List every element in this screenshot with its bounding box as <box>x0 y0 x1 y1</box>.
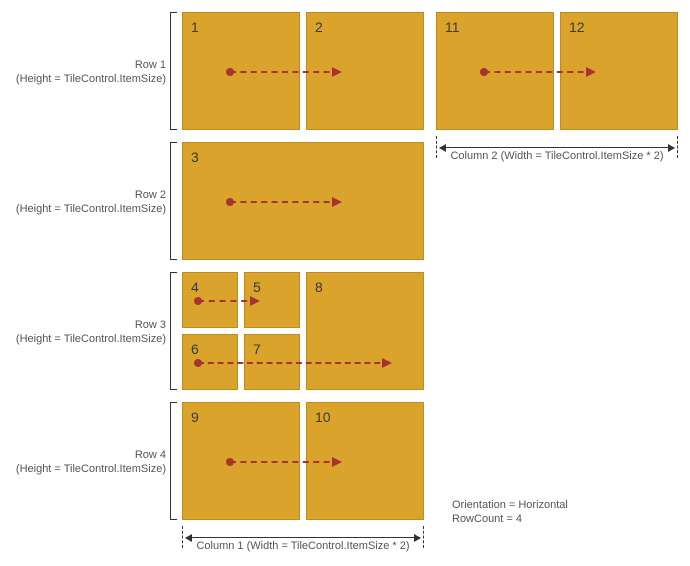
row-sub: (Height = TileControl.ItemSize) <box>16 333 166 345</box>
tile-number: 1 <box>191 19 199 35</box>
tile-number: 8 <box>315 279 323 295</box>
tile-8: 8 <box>306 272 424 390</box>
column-dimension: Column 1 (Width = TileControl.ItemSize *… <box>182 526 424 548</box>
row-label: Row 2 (Height = TileControl.ItemSize) <box>6 188 166 216</box>
column-label: Column 1 (Width = TileControl.ItemSize *… <box>182 540 424 552</box>
flow-arrow <box>198 362 390 364</box>
row-label: Row 3 (Height = TileControl.ItemSize) <box>6 318 166 346</box>
row-title: Row 1 <box>135 59 166 71</box>
info-line: RowCount = 4 <box>452 513 522 525</box>
tile-number: 12 <box>569 19 585 35</box>
flow-arrow <box>198 300 258 302</box>
info-line: Orientation = Horizontal <box>452 499 568 511</box>
column-dimension: Column 2 (Width = TileControl.ItemSize *… <box>436 136 678 158</box>
row-sub: (Height = TileControl.ItemSize) <box>16 73 166 85</box>
flow-arrow <box>230 71 340 73</box>
column-label: Column 2 (Width = TileControl.ItemSize *… <box>436 150 678 162</box>
tile-number: 3 <box>191 149 199 165</box>
row-sub: (Height = TileControl.ItemSize) <box>16 203 166 215</box>
tile-number: 10 <box>315 409 331 425</box>
tile-number: 2 <box>315 19 323 35</box>
row-bracket <box>170 12 177 130</box>
row-bracket <box>170 402 177 520</box>
tile-number: 7 <box>253 341 261 357</box>
row-label: Row 4 (Height = TileControl.ItemSize) <box>6 448 166 476</box>
row-title: Row 2 <box>135 189 166 201</box>
row-title: Row 3 <box>135 319 166 331</box>
diagram-stage: 1 2 11 12 3 4 5 6 7 8 9 10 Row 1 (Height… <box>0 0 690 566</box>
info-text: Orientation = Horizontal RowCount = 4 <box>452 498 568 526</box>
flow-arrow <box>230 201 340 203</box>
flow-arrow <box>230 461 340 463</box>
tile-number: 9 <box>191 409 199 425</box>
tile-number: 11 <box>445 19 460 35</box>
flow-arrow <box>484 71 594 73</box>
tile-number: 6 <box>191 341 199 357</box>
row-label: Row 1 (Height = TileControl.ItemSize) <box>6 58 166 86</box>
tile-number: 4 <box>191 279 199 295</box>
tile-number: 5 <box>253 279 261 295</box>
row-title: Row 4 <box>135 449 166 461</box>
row-bracket <box>170 142 177 260</box>
row-sub: (Height = TileControl.ItemSize) <box>16 463 166 475</box>
row-bracket <box>170 272 177 390</box>
